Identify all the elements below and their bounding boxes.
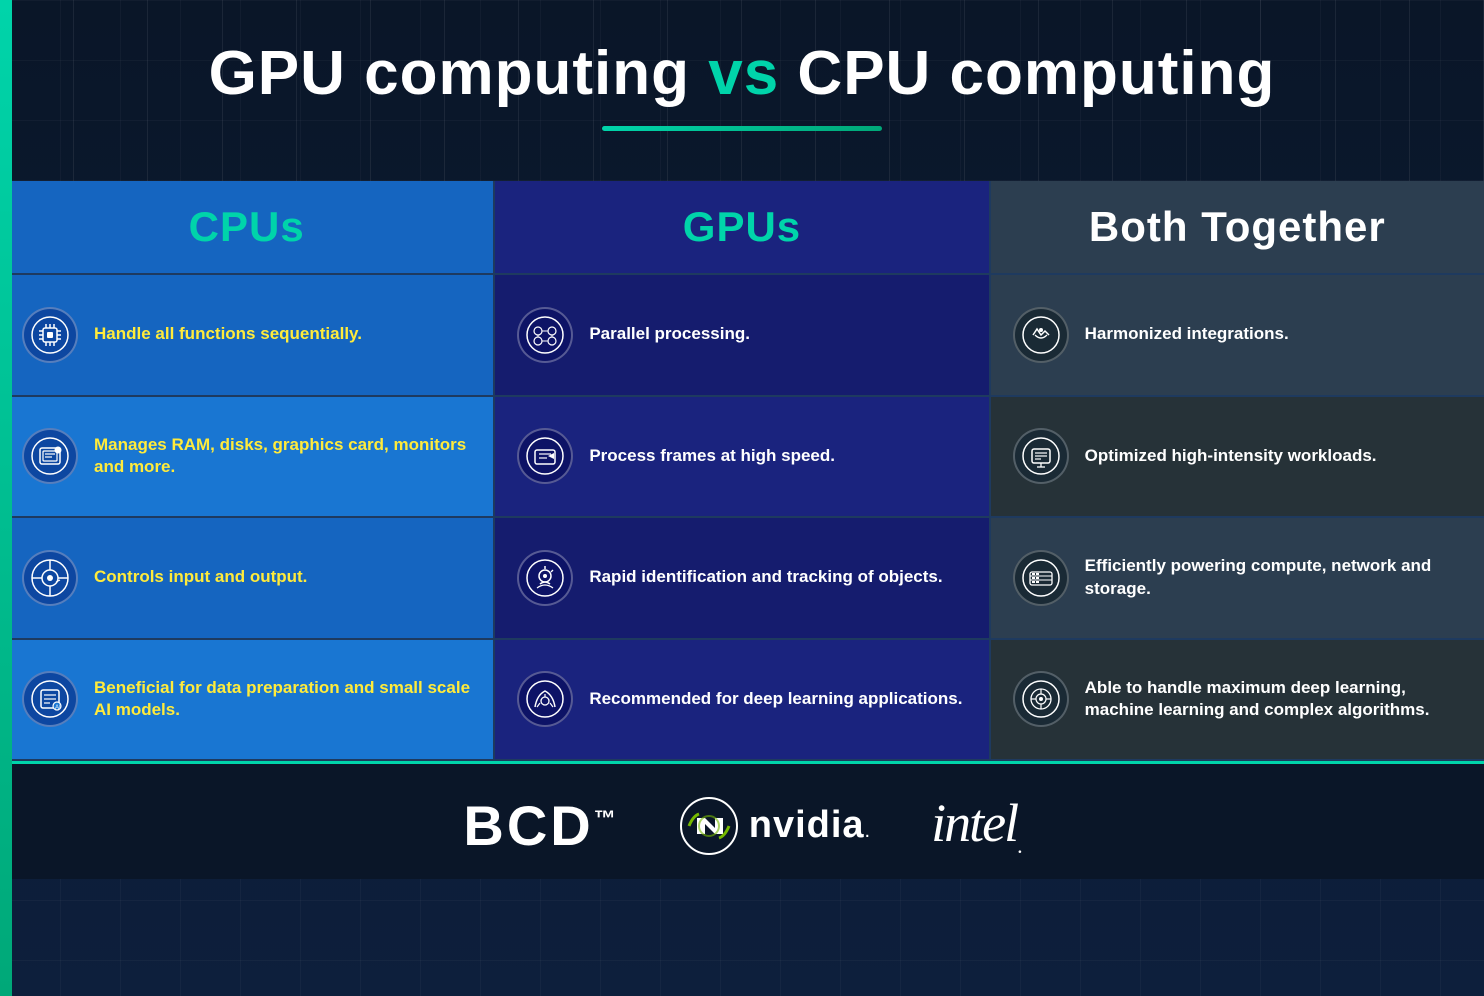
both-column: Both Together Harmonized integrations. [991, 181, 1484, 761]
both-column-title: Both Together [1089, 203, 1386, 250]
cpu-row-3: Controls input and output. [0, 518, 493, 640]
nvidia-brand: nvidia. [679, 796, 871, 856]
gpus-column-header: GPUs [495, 181, 988, 275]
header: GPU computing vs CPU computing [0, 0, 1484, 161]
cpu-icon-1 [22, 307, 78, 363]
both-row-4-text: Able to handle maximum deep learning, ma… [1085, 677, 1462, 723]
gpu-icon-2 [517, 428, 573, 484]
title-cpu-part: CPU computing [779, 39, 1275, 108]
gpu-icon-4 [517, 671, 573, 727]
cpus-column: CPUs [0, 181, 495, 761]
both-row-3-text: Efficiently powering compute, network an… [1085, 555, 1462, 601]
gpu-row-3: Rapid identification and tracking of obj… [495, 518, 988, 640]
both-icon-4 [1013, 671, 1069, 727]
bcd-logo-text: BCD™ [463, 793, 618, 858]
both-row-3: Efficiently powering compute, network an… [991, 518, 1484, 640]
cpu-row-4-text: Beneficial for data preparation and smal… [94, 677, 471, 723]
gpu-icon-3 [517, 550, 573, 606]
cpu-row-3-text: Controls input and output. [94, 566, 307, 589]
cpu-row-1: Handle all functions sequentially. [0, 275, 493, 397]
cpu-row-2-text: Manages RAM, disks, graphics card, monit… [94, 434, 471, 480]
both-row-2-text: Optimized high-intensity workloads. [1085, 445, 1377, 468]
main-content: CPUs [0, 181, 1484, 761]
gpu-row-4-text: Recommended for deep learning applicatio… [589, 688, 962, 711]
cpu-row-2: Manages RAM, disks, graphics card, monit… [0, 397, 493, 519]
title-vs: vs [708, 39, 779, 108]
gpus-column: GPUs Parallel processing. [495, 181, 990, 761]
both-row-4: Able to handle maximum deep learning, ma… [991, 640, 1484, 762]
bcd-brand: BCD™ [463, 793, 618, 858]
cpu-row-1-text: Handle all functions sequentially. [94, 323, 362, 346]
intel-logo-text: intel. [931, 792, 1020, 859]
both-icon-2 [1013, 428, 1069, 484]
gpu-row-2-text: Process frames at high speed. [589, 445, 835, 468]
both-column-header: Both Together [991, 181, 1484, 275]
both-icon-3 [1013, 550, 1069, 606]
both-row-1-text: Harmonized integrations. [1085, 323, 1289, 346]
gpu-row-1: Parallel processing. [495, 275, 988, 397]
nvidia-logo-text: nvidia. [749, 804, 871, 847]
both-row-1: Harmonized integrations. [991, 275, 1484, 397]
gpu-row-1-text: Parallel processing. [589, 323, 750, 346]
cpu-icon-2 [22, 428, 78, 484]
page-title: GPU computing vs CPU computing [20, 40, 1464, 108]
cpu-icon-4: AI [22, 671, 78, 727]
gpu-icon-1 [517, 307, 573, 363]
cpus-column-title: CPUs [189, 203, 305, 250]
gpu-row-3-text: Rapid identification and tracking of obj… [589, 566, 942, 589]
both-row-2: Optimized high-intensity workloads. [991, 397, 1484, 519]
svg-text:AI: AI [55, 705, 61, 711]
intel-brand: intel. [931, 792, 1020, 859]
gpu-row-2: Process frames at high speed. [495, 397, 988, 519]
cpus-column-header: CPUs [0, 181, 493, 275]
left-accent-bar [0, 0, 12, 996]
gpus-column-title: GPUs [683, 203, 801, 250]
header-underline [602, 126, 882, 131]
nvidia-logo-icon [679, 796, 739, 856]
both-icon-1 [1013, 307, 1069, 363]
cpu-icon-3 [22, 550, 78, 606]
footer: BCD™ nvidia. intel. [0, 761, 1484, 879]
cpu-row-4: AI Beneficial for data preparation and s… [0, 640, 493, 762]
title-gpu-part: GPU computing [209, 39, 709, 108]
gpu-row-4: Recommended for deep learning applicatio… [495, 640, 988, 762]
